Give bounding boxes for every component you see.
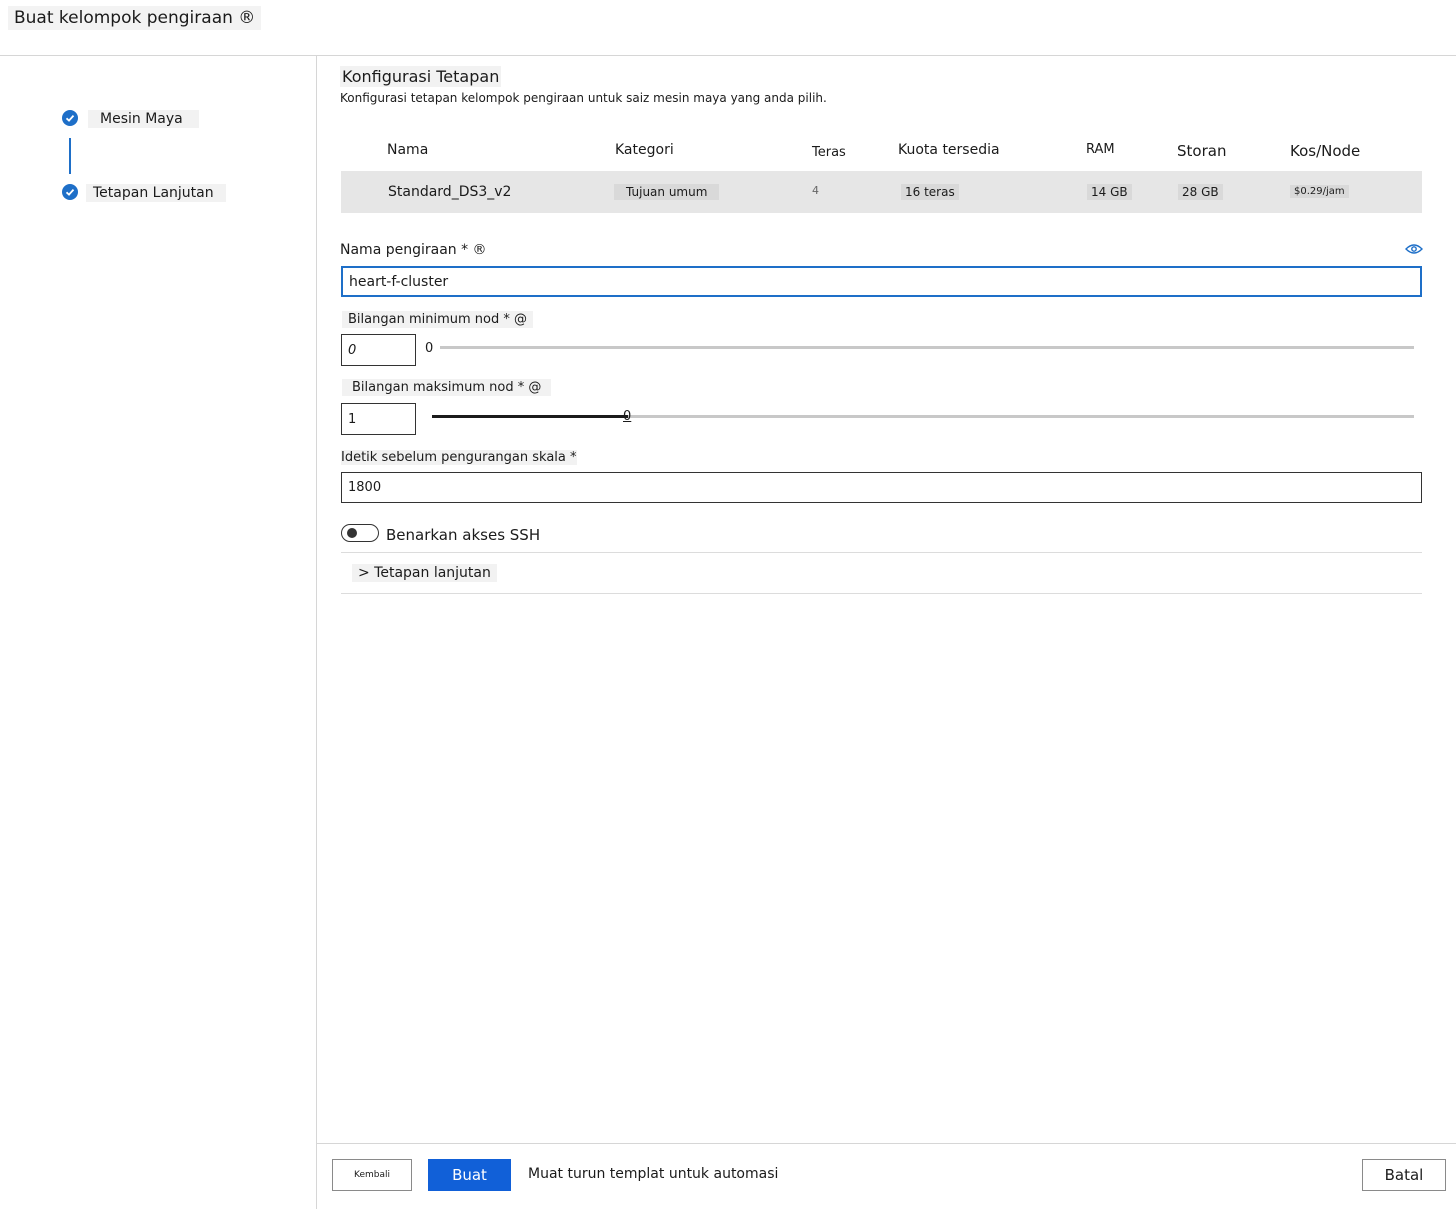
table-cell-cost: $0.29/jam <box>1290 185 1349 198</box>
step-connector <box>69 138 71 174</box>
cancel-button[interactable]: Batal <box>1362 1159 1446 1191</box>
divider <box>341 552 1422 553</box>
column-header-cores: Teras <box>812 145 846 160</box>
footer-divider <box>317 1143 1456 1144</box>
min-nodes-label: Bilangan minimum nod * @ <box>342 311 533 328</box>
max-nodes-slider-value[interactable]: 0 <box>623 409 631 424</box>
max-nodes-slider-fill <box>432 415 629 418</box>
compute-name-label: Nama pengiraan * ® <box>340 242 487 258</box>
table-cell-cores: 4 <box>812 184 819 197</box>
table-cell-storage: 28 GB <box>1178 184 1223 200</box>
check-icon <box>62 184 78 200</box>
table-cell-category: Tujuan umum <box>614 184 720 200</box>
step-mesin-maya[interactable]: Mesin Maya <box>88 110 199 128</box>
divider <box>341 593 1422 594</box>
download-template-link[interactable]: Muat turun templat untuk automasi <box>528 1166 778 1182</box>
idle-seconds-label: Idetik sebelum pengurangan skala * <box>341 450 577 465</box>
ssh-toggle[interactable] <box>341 524 379 542</box>
step-tetapan-lanjutan[interactable]: Tetapan Lanjutan <box>86 184 226 202</box>
column-header-name: Nama <box>387 142 429 158</box>
column-header-quota: Kuota tersedia <box>898 142 1000 158</box>
compute-name-input[interactable]: heart-f-cluster <box>341 266 1422 297</box>
min-nodes-input[interactable]: 0 <box>341 334 416 366</box>
idle-seconds-input[interactable]: 1800 <box>341 472 1422 503</box>
check-icon <box>62 110 78 126</box>
table-cell-ram: 14 GB <box>1087 184 1132 200</box>
max-nodes-label: Bilangan maksimum nod * @ <box>342 379 552 396</box>
eye-icon[interactable] <box>1405 240 1423 254</box>
back-button[interactable]: Kembali <box>332 1159 412 1191</box>
max-nodes-input[interactable]: 1 <box>341 403 416 435</box>
min-nodes-slider[interactable] <box>440 346 1414 349</box>
column-header-storage: Storan <box>1177 142 1227 160</box>
max-nodes-slider[interactable] <box>432 415 1414 418</box>
table-cell-quota: 16 teras <box>901 184 959 200</box>
advanced-settings-expander[interactable]: > Tetapan lanjutan <box>352 564 497 582</box>
ssh-toggle-label: Benarkan akses SSH <box>386 526 541 544</box>
create-button[interactable]: Buat <box>428 1159 511 1191</box>
sidebar-divider <box>316 56 317 1209</box>
section-subtitle: Konfigurasi tetapan kelompok pengiraan u… <box>340 91 827 105</box>
section-title: Konfigurasi Tetapan <box>340 66 502 87</box>
column-header-cost: Kos/Node <box>1290 142 1361 160</box>
page-title: Buat kelompok pengiraan ® <box>8 6 262 30</box>
min-nodes-slider-value: 0 <box>425 341 434 356</box>
table-cell-name: Standard_DS3_v2 <box>388 184 512 200</box>
toggle-knob <box>347 528 357 538</box>
column-header-category: Kategori <box>615 142 674 158</box>
column-header-ram: RAM <box>1086 142 1115 157</box>
header-divider <box>0 55 1456 56</box>
